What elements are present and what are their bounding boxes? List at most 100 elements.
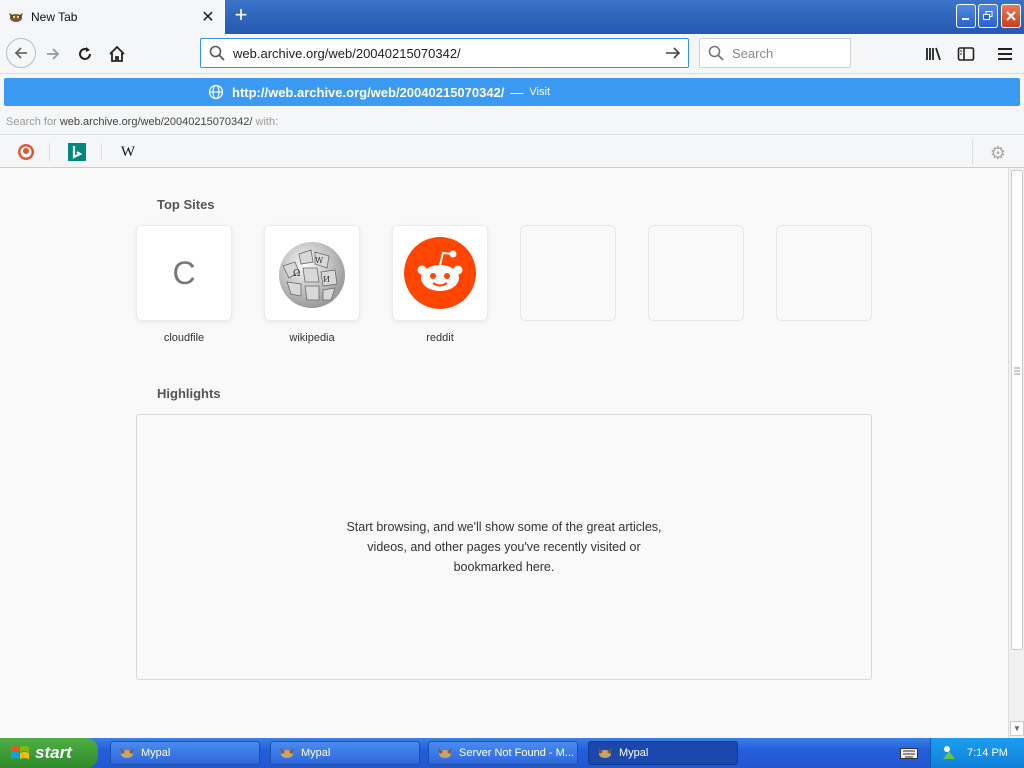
tab-new-tab[interactable]: New Tab ✕ [0, 0, 225, 34]
svg-text:W: W [315, 256, 324, 265]
maximize-button[interactable] [978, 4, 998, 28]
site-letter: C [172, 254, 196, 291]
top-site-wikipedia[interactable]: Ω W И wikipedia [264, 225, 360, 344]
search-icon [209, 45, 225, 61]
svg-text:И: И [323, 275, 330, 284]
close-icon[interactable]: ✕ [197, 6, 219, 28]
search-for-label: Search for web.archive.org/web/200402150… [6, 116, 278, 128]
address-bar[interactable]: web.archive.org/web/20040215070342/ [200, 38, 689, 68]
url-autocomplete-popup: http://web.archive.org/web/2004021507034… [0, 74, 1024, 168]
mypal-icon [120, 748, 134, 758]
scroll-down-button[interactable]: ▼ [1010, 721, 1024, 736]
wikipedia-icon[interactable]: W [119, 143, 137, 161]
back-arrow-icon [14, 47, 27, 59]
top-site-tile[interactable] [392, 225, 488, 321]
mypal-icon [280, 748, 294, 758]
go-arrow-icon[interactable] [664, 45, 682, 61]
mypal-icon [9, 13, 23, 22]
keyboard-icon[interactable] [900, 746, 918, 760]
taskbar-item[interactable]: Mypal [270, 741, 420, 765]
taskbar-item-label: Mypal [141, 747, 171, 759]
top-site-empty[interactable] [648, 225, 744, 321]
sidebar-icon [957, 47, 975, 61]
top-site-placeholder[interactable] [520, 225, 616, 321]
top-site-cloudfile[interactable]: C cloudfile [136, 225, 232, 344]
sidebar-button[interactable] [952, 40, 980, 68]
search-icon [708, 45, 724, 61]
highlights-empty-state: Start browsing, and we'll show some of t… [136, 414, 872, 680]
divider [101, 143, 102, 161]
library-icon [926, 47, 941, 61]
plus-icon[interactable]: + [230, 4, 252, 27]
forward-arrow-icon [47, 48, 60, 60]
minimize-button[interactable] [956, 4, 976, 28]
taskbar-item[interactable]: Mypal [110, 741, 260, 765]
autocomplete-separator: — [510, 84, 524, 100]
top-site-reddit[interactable]: reddit [392, 225, 488, 344]
search-for-prefix: Search for [6, 116, 57, 128]
clock[interactable]: 7:14 PM [967, 747, 1008, 759]
library-button[interactable] [920, 40, 948, 68]
restore-icon [983, 11, 993, 20]
highlights-message: Start browsing, and we'll show some of t… [346, 520, 662, 574]
taskbar-item[interactable]: Server Not Found - M... [428, 741, 578, 765]
window-close-button[interactable] [1001, 4, 1021, 28]
navigation-toolbar: web.archive.org/web/20040215070342/ Sear… [0, 34, 1024, 74]
search-input[interactable]: Search [699, 38, 851, 68]
taskbar-item-active[interactable]: Mypal [588, 741, 738, 765]
tab-strip: New Tab ✕ + [0, 0, 1024, 34]
windows-flag-icon [11, 746, 29, 759]
browser-window: New Tab ✕ + web.archive.org/web/20040215… [0, 0, 1024, 738]
home-button[interactable] [103, 40, 131, 68]
bing-icon[interactable] [68, 143, 86, 161]
vertical-scrollbar[interactable]: ▼ [1008, 168, 1024, 738]
mypal-icon [438, 748, 452, 758]
top-site-label: wikipedia [289, 332, 335, 344]
autocomplete-action: Visit [529, 86, 551, 98]
top-site-tile[interactable]: Ω W И [264, 225, 360, 321]
divider [972, 139, 973, 165]
top-site-placeholder[interactable] [648, 225, 744, 321]
gear-icon[interactable]: ⚙ [988, 143, 1008, 163]
system-tray: 7:14 PM [930, 738, 1024, 768]
top-site-label: reddit [426, 332, 454, 344]
address-text[interactable]: web.archive.org/web/20040215070342/ [225, 46, 664, 61]
top-site-placeholder[interactable] [776, 225, 872, 321]
start-button[interactable]: start [0, 738, 98, 768]
reload-icon [79, 47, 91, 60]
home-icon [109, 45, 125, 62]
back-button[interactable] [6, 38, 36, 68]
svg-text:Ω: Ω [293, 269, 300, 279]
highlights-title: Highlights [157, 386, 221, 401]
minimize-icon [962, 18, 969, 20]
scrollbar-thumb[interactable] [1011, 170, 1023, 650]
search-for-suffix: with: [255, 116, 279, 128]
mypal-icon [598, 748, 612, 758]
close-icon [1006, 11, 1016, 21]
grip-icon [1014, 367, 1020, 375]
taskbar-item-label: Server Not Found - M... [459, 747, 574, 759]
autocomplete-visit-row[interactable]: http://web.archive.org/web/2004021507034… [4, 78, 1020, 106]
globe-icon [208, 84, 224, 100]
forward-button[interactable] [39, 40, 67, 68]
autocomplete-url: http://web.archive.org/web/2004021507034… [232, 84, 505, 100]
network-icon[interactable] [941, 745, 957, 761]
taskbar: start Mypal Mypal Server Not Found - M..… [0, 738, 1024, 768]
taskbar-item-label: Mypal [619, 747, 649, 759]
menu-button[interactable] [991, 40, 1019, 68]
start-label: start [35, 743, 72, 762]
top-sites-title: Top Sites [157, 197, 215, 212]
wikipedia-globe-icon: Ω W И [279, 242, 345, 308]
top-site-empty[interactable] [776, 225, 872, 321]
top-site-empty[interactable] [520, 225, 616, 321]
hamburger-menu-icon [998, 48, 1012, 60]
search-placeholder: Search [732, 45, 774, 61]
duckduckgo-icon[interactable] [17, 143, 35, 161]
top-site-tile[interactable]: C [136, 225, 232, 321]
new-tab-page: Top Sites C cloudfile Ω W И wikipedia re… [0, 168, 1008, 738]
one-off-search-engines: W ⚙ [0, 134, 1024, 168]
search-for-query: web.archive.org/web/20040215070342/ [59, 116, 253, 128]
reload-button[interactable] [71, 40, 99, 68]
reddit-icon [404, 237, 476, 309]
divider [49, 143, 50, 161]
